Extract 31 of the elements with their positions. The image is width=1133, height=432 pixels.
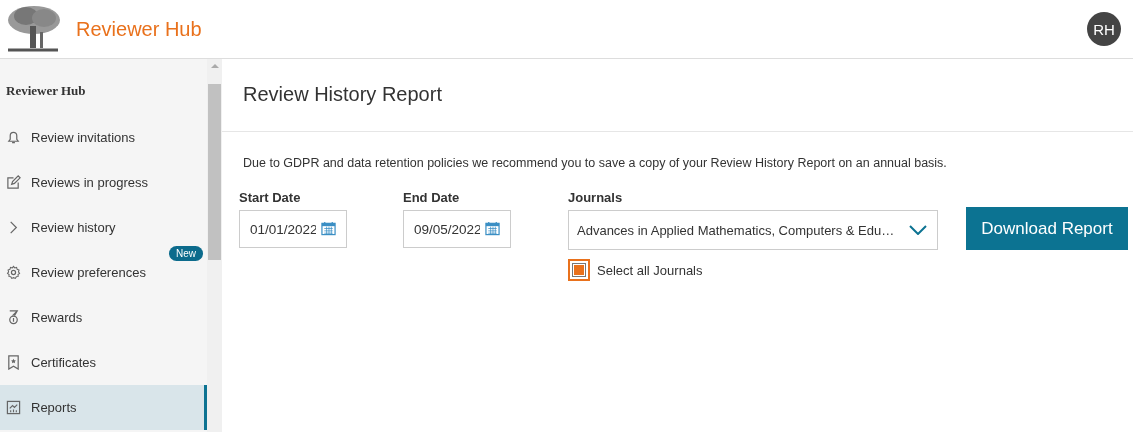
- new-badge: New: [169, 246, 203, 261]
- field-label: End Date: [403, 190, 461, 205]
- download-button[interactable]: Download Report: [966, 207, 1128, 250]
- gear-icon: [6, 265, 21, 280]
- bell-icon: [6, 130, 21, 145]
- checkbox-label: Select all Journals: [597, 262, 703, 278]
- date-field[interactable]: 01/01/2022: [239, 210, 347, 248]
- medal-icon: [6, 310, 21, 325]
- sidebar-heading: Reviewer Hub: [5, 82, 87, 100]
- field-label: Journals: [568, 190, 624, 205]
- date-field[interactable]: 09/05/2022: [403, 210, 511, 248]
- edit-icon: [6, 175, 21, 190]
- chart-icon: [6, 400, 21, 415]
- checkbox[interactable]: [568, 259, 590, 281]
- app-title: Reviewer Hub: [76, 17, 203, 41]
- chevron-down-icon: [909, 225, 927, 235]
- page-title: Review History Report: [222, 59, 1133, 132]
- notice-text: Due to GDPR and data retention policies we recommend you to save a copy of your Review History Report on an annual basis.: [242, 155, 948, 170]
- scroll-up-icon[interactable]: [210, 63, 219, 69]
- sidebar-item[interactable]: Reports: [0, 385, 207, 430]
- sidebar-item[interactable]: Rewards: [0, 295, 207, 340]
- bookmark-star-icon: [6, 355, 21, 370]
- scrollbar[interactable]: [207, 59, 222, 432]
- calendar-icon[interactable]: [485, 221, 500, 236]
- user-avatar[interactable]: RH: [1087, 12, 1121, 46]
- sidebar-item[interactable]: Review invitations: [0, 115, 207, 160]
- calendar-icon[interactable]: [321, 221, 336, 236]
- sidebar-item[interactable]: Certificates: [0, 340, 207, 385]
- journals-dropdown[interactable]: Advances in Applied Mathematics, Computers & Edu…: [568, 210, 938, 250]
- field-label: Start Date: [239, 190, 302, 205]
- sidebar-item[interactable]: Reviews in progress: [0, 160, 207, 205]
